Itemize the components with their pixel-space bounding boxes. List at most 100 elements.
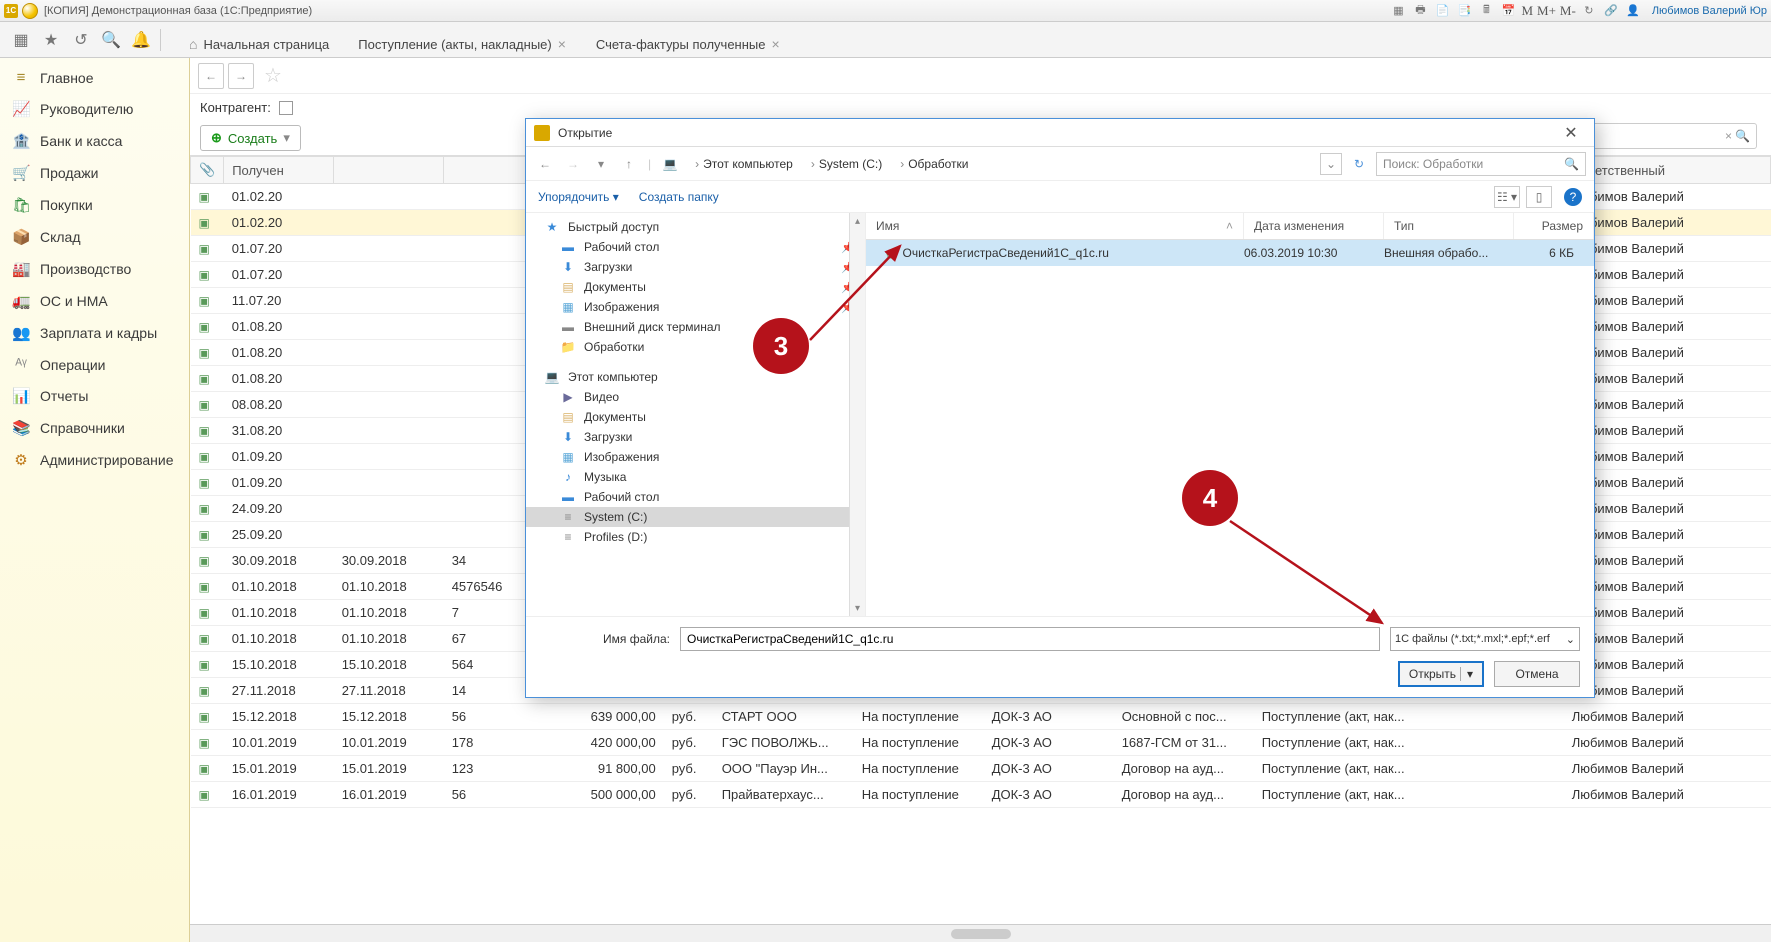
tab-invoices[interactable]: Счета-фактуры полученные× [581,29,795,58]
tree-item[interactable]: ▬Рабочий стол [526,487,865,507]
crumb-pc[interactable]: ›Этот компьютер [687,155,797,173]
toolbar-copy-icon[interactable]: 📑 [1454,3,1474,19]
nav-item[interactable]: 📦Склад [0,221,189,253]
tree-label: Рабочий стол [584,490,659,504]
close-icon[interactable]: × [558,36,566,52]
dlg-fwd-button[interactable]: → [562,153,584,175]
table-row[interactable]: ▣15.12.201815.12.201856639 000,00руб.СТА… [191,704,1771,730]
pc-icon[interactable]: 💻 [659,153,681,175]
tree-item[interactable]: ♪Музыка [526,467,865,487]
filter-label: Контрагент: [200,100,271,115]
toolbar-refresh-icon[interactable]: ↻ [1579,3,1599,19]
nav-label: Склад [40,229,81,245]
toolbar-calc-icon[interactable]: 🖩 [1476,3,1496,19]
nav-item[interactable]: 🚛ОС и НМА [0,285,189,317]
tree-item[interactable]: ▦Изображения [526,447,865,467]
mem-m[interactable]: M [1521,3,1533,19]
nav-item[interactable]: 🏭Производство [0,253,189,285]
crumb-drive[interactable]: ›System (C:) [803,155,886,173]
forward-button[interactable]: → [228,63,254,89]
mem-mminus[interactable]: M- [1560,3,1576,19]
tree-item[interactable]: ⬇Загрузки [526,427,865,447]
clear-icon[interactable]: × [1725,129,1732,143]
search-icon[interactable]: 🔍 [98,27,124,53]
new-folder-button[interactable]: Создать папку [639,190,719,204]
toolbar-grid-icon[interactable]: ▦ [1388,3,1408,19]
col-clip[interactable]: 📎 [191,157,224,184]
crumb-folder[interactable]: ›Обработки [892,155,972,173]
col-received[interactable]: Получен [224,157,334,184]
app-menu-drop[interactable] [22,3,38,19]
hdr-name[interactable]: Имя ˄ [866,213,1244,239]
favorite-icon[interactable]: ★ [38,27,64,53]
chevron-down-icon: ▾ [283,130,290,146]
preview-pane-button[interactable]: ▯ [1526,186,1552,208]
dialog-close-button[interactable]: ✕ [1556,123,1586,143]
nav-item[interactable]: 📚Справочники [0,412,189,444]
table-row[interactable]: ▣15.01.201915.01.201912391 800,00руб.ООО… [191,756,1771,782]
tree-item[interactable]: ★Быстрый доступ [526,217,865,237]
dlg-recent-drop[interactable]: ▾ [590,153,612,175]
nav-item[interactable]: ⚙Администрирование [0,444,189,476]
filter-checkbox[interactable] [279,101,293,115]
hdr-date[interactable]: Дата изменения [1244,213,1384,239]
tab-receipts[interactable]: Поступление (акты, накладные)× [343,29,581,58]
nav-item[interactable]: 👥Зарплата и кадры [0,317,189,349]
tree-item[interactable]: ▤Документы [526,407,865,427]
file-row[interactable]: ◉ОчисткаРегистраСведений1С_q1c.ru06.03.2… [866,240,1594,266]
toolbar-doc-icon[interactable]: 📄 [1432,3,1452,19]
dlg-search[interactable]: Поиск: Обработки 🔍 [1376,152,1586,176]
create-button[interactable]: ⊕ Создать ▾ [200,125,301,151]
nav-label: Продажи [40,165,98,181]
open-button[interactable]: Открыть ▾ [1398,661,1484,687]
refresh-button[interactable]: ↻ [1348,153,1370,175]
tree-label: Изображения [584,300,659,314]
tree-item[interactable]: ▶Видео [526,387,865,407]
separator [160,29,161,51]
nav-icon: 📈 [12,100,30,118]
table-row[interactable]: ▣10.01.201910.01.2019178420 000,00руб.ГЭ… [191,730,1771,756]
nav-item[interactable]: 📈Руководителю [0,93,189,125]
help-button[interactable]: ? [1564,188,1582,206]
tree-item[interactable]: 💻Этот компьютер [526,367,865,387]
close-icon[interactable]: × [772,36,780,52]
current-user[interactable]: Любимов Валерий Юр [1652,5,1767,17]
col-date2[interactable] [334,157,444,184]
hdr-size[interactable]: Размер [1514,213,1594,239]
star-icon[interactable]: ☆ [264,63,282,88]
toolbar-print-icon[interactable]: 🖶 [1410,3,1430,19]
dialog-nav: ← → ▾ ↑ | 💻 ›Этот компьютер ›System (C:)… [526,147,1594,181]
nav-item[interactable]: 📊Отчеты [0,380,189,412]
folder-icon: ▬ [560,240,576,254]
folder-icon: ▶ [560,390,576,404]
tree-item[interactable]: ≡Profiles (D:) [526,527,865,547]
dlg-up-button[interactable]: ↑ [618,153,640,175]
toolbar-cal-icon[interactable]: 📅 [1498,3,1518,19]
organize-menu[interactable]: Упорядочить ▾ [538,190,619,204]
tab-home[interactable]: ⌂Начальная страница [175,30,343,58]
search-icon[interactable]: 🔍 [1735,129,1750,143]
back-button[interactable]: ← [198,63,224,89]
folder-icon: ⬇ [560,430,576,444]
nav-icon: 📚 [12,419,30,437]
apps-icon[interactable]: ▦ [8,27,34,53]
nav-item[interactable]: 🛒Продажи [0,157,189,189]
tree-item[interactable]: ≡System (C:) [526,507,865,527]
table-row[interactable]: ▣16.01.201916.01.201956500 000,00руб.Пра… [191,782,1771,808]
mem-mplus[interactable]: M+ [1537,3,1556,19]
nav-item[interactable]: ᴬᵞОперации [0,349,189,380]
nav-item[interactable]: 🏦Банк и касса [0,125,189,157]
nav-item[interactable]: 🛍Покупки [0,189,189,221]
cancel-button[interactable]: Отмена [1494,661,1580,687]
view-mode-button[interactable]: ☷ ▾ [1494,186,1520,208]
hdr-type[interactable]: Тип [1384,213,1514,239]
toolbar-link-icon[interactable]: 🔗 [1601,3,1621,19]
crumb-drop[interactable]: ⌄ [1320,153,1342,175]
dlg-back-button[interactable]: ← [534,153,556,175]
notify-icon[interactable]: 🔔 [128,27,154,53]
h-scrollbar[interactable] [190,924,1771,942]
col-num[interactable] [444,157,534,184]
history-icon[interactable]: ↺ [68,27,94,53]
filetype-select[interactable]: 1С файлы (*.txt;*.mxl;*.epf;*.erf⌄ [1390,627,1580,651]
nav-item[interactable]: ≡Главное [0,62,189,93]
